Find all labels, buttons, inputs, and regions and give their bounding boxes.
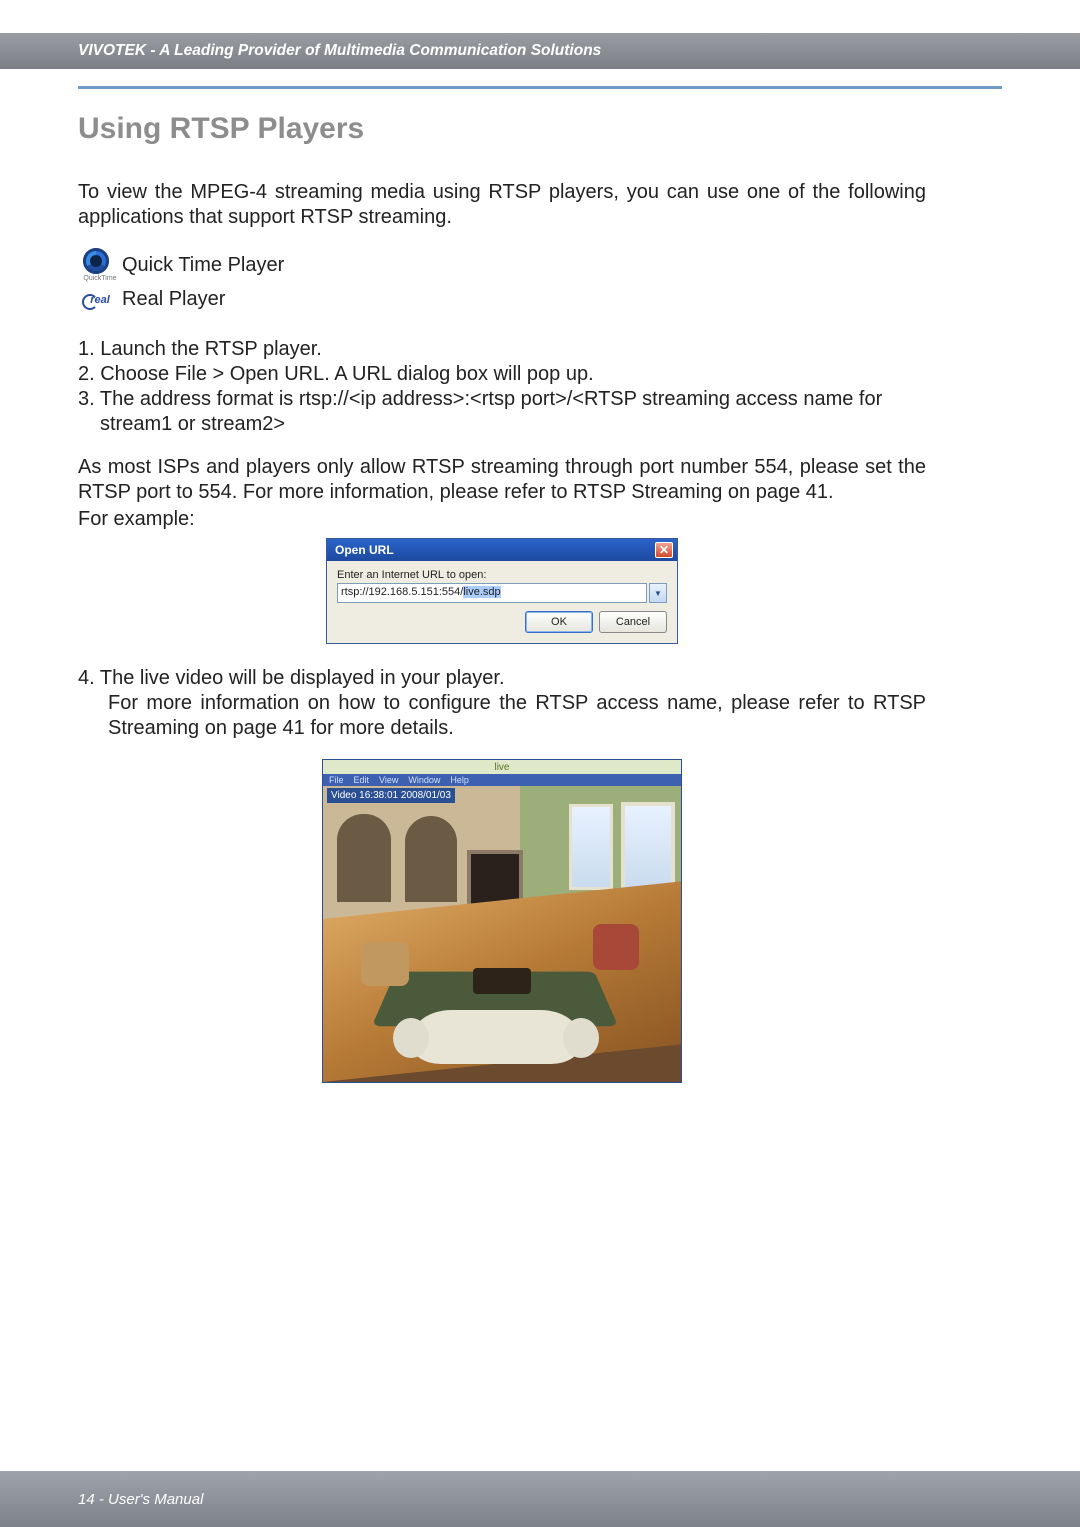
quicktime-caption: QuickTime xyxy=(83,275,116,282)
url-dropdown-button[interactable]: ▼ xyxy=(649,583,667,603)
video-player-window: live File Edit View Window Help xyxy=(322,759,682,1083)
menu-view[interactable]: View xyxy=(379,775,398,785)
player-list: QuickTime Quick Time Player real Real Pl… xyxy=(78,248,926,311)
content-area: Using RTSP Players To view the MPEG-4 st… xyxy=(78,112,926,1083)
player-menu-bar: File Edit View Window Help xyxy=(323,774,681,786)
intro-paragraph: To view the MPEG-4 streaming media using… xyxy=(78,180,926,230)
icon-cell: real xyxy=(78,292,122,308)
open-url-dialog: Open URL ✕ Enter an Internet URL to open… xyxy=(326,538,678,644)
realplayer-label: Real Player xyxy=(122,288,225,311)
room-coffee-table xyxy=(473,968,531,994)
steps-block: 1. Launch the RTSP player. 2. Choose Fil… xyxy=(78,337,926,437)
realplayer-icon-text: real xyxy=(90,294,110,306)
chevron-down-icon: ▼ xyxy=(654,589,662,598)
header-text: VIVOTEK - A Leading Provider of Multimed… xyxy=(78,42,601,60)
menu-file[interactable]: File xyxy=(329,775,344,785)
step-4: 4. The live video will be displayed in y… xyxy=(78,666,926,691)
document-page: VIVOTEK - A Leading Provider of Multimed… xyxy=(0,0,1080,1527)
header-band: VIVOTEK - A Leading Provider of Multimed… xyxy=(0,33,1080,69)
note-paragraph: As most ISPs and players only allow RTSP… xyxy=(78,455,926,505)
open-url-dialog-wrap: Open URL ✕ Enter an Internet URL to open… xyxy=(78,538,926,644)
room-sofa xyxy=(411,1010,581,1064)
example-label: For example: xyxy=(78,507,926,532)
player-row-realplayer: real Real Player xyxy=(78,288,926,311)
url-text-plain: rtsp://192.168.5.151:554/ xyxy=(341,586,463,598)
menu-help[interactable]: Help xyxy=(450,775,469,785)
dialog-body: Enter an Internet URL to open: rtsp://19… xyxy=(327,561,677,643)
page-title: Using RTSP Players xyxy=(78,112,926,146)
video-frame: Video 16:38:01 2008/01/03 xyxy=(323,786,681,1082)
cancel-button[interactable]: Cancel xyxy=(599,611,667,633)
header-underline xyxy=(78,86,1002,89)
room-arch-2 xyxy=(405,816,457,902)
room-window xyxy=(621,802,675,892)
realplayer-icon: real xyxy=(85,292,115,308)
icon-cell: QuickTime xyxy=(78,248,122,282)
quicktime-icon-wrap: QuickTime xyxy=(83,248,116,282)
quicktime-icon xyxy=(83,248,109,274)
dialog-field-label: Enter an Internet URL to open: xyxy=(337,569,667,581)
ok-button[interactable]: OK xyxy=(525,611,593,633)
footer-band: 14 - User's Manual xyxy=(0,1471,1080,1527)
room-chair-right xyxy=(593,924,639,970)
dialog-button-row: OK Cancel xyxy=(337,611,667,633)
url-text-highlighted: live.sdp xyxy=(463,586,500,598)
footer-text: 14 - User's Manual xyxy=(78,1491,203,1508)
step-1: 1. Launch the RTSP player. xyxy=(78,337,926,362)
step-3-cont: stream1 or stream2> xyxy=(78,412,926,437)
video-player-wrap: live File Edit View Window Help xyxy=(78,759,926,1083)
step-2: 2. Choose File > Open URL. A URL dialog … xyxy=(78,362,926,387)
url-input[interactable]: rtsp://192.168.5.151:554/live.sdp xyxy=(337,583,647,603)
menu-window[interactable]: Window xyxy=(408,775,440,785)
room-arch-1 xyxy=(337,814,391,902)
quicktime-label: Quick Time Player xyxy=(122,254,284,277)
room-window-2 xyxy=(569,804,613,890)
close-icon[interactable]: ✕ xyxy=(655,542,673,558)
menu-edit[interactable]: Edit xyxy=(354,775,370,785)
video-timestamp-overlay: Video 16:38:01 2008/01/03 xyxy=(327,788,455,803)
room-chair-left xyxy=(361,942,409,986)
step-4-detail: For more information on how to configure… xyxy=(78,691,926,741)
dialog-title: Open URL xyxy=(335,543,394,557)
step-3: 3. The address format is rtsp://<ip addr… xyxy=(78,387,926,412)
step4-block: 4. The live video will be displayed in y… xyxy=(78,666,926,741)
url-input-row: rtsp://192.168.5.151:554/live.sdp ▼ xyxy=(337,583,667,603)
player-window-title: live xyxy=(323,760,681,774)
player-row-quicktime: QuickTime Quick Time Player xyxy=(78,248,926,282)
dialog-titlebar: Open URL ✕ xyxy=(327,539,677,561)
